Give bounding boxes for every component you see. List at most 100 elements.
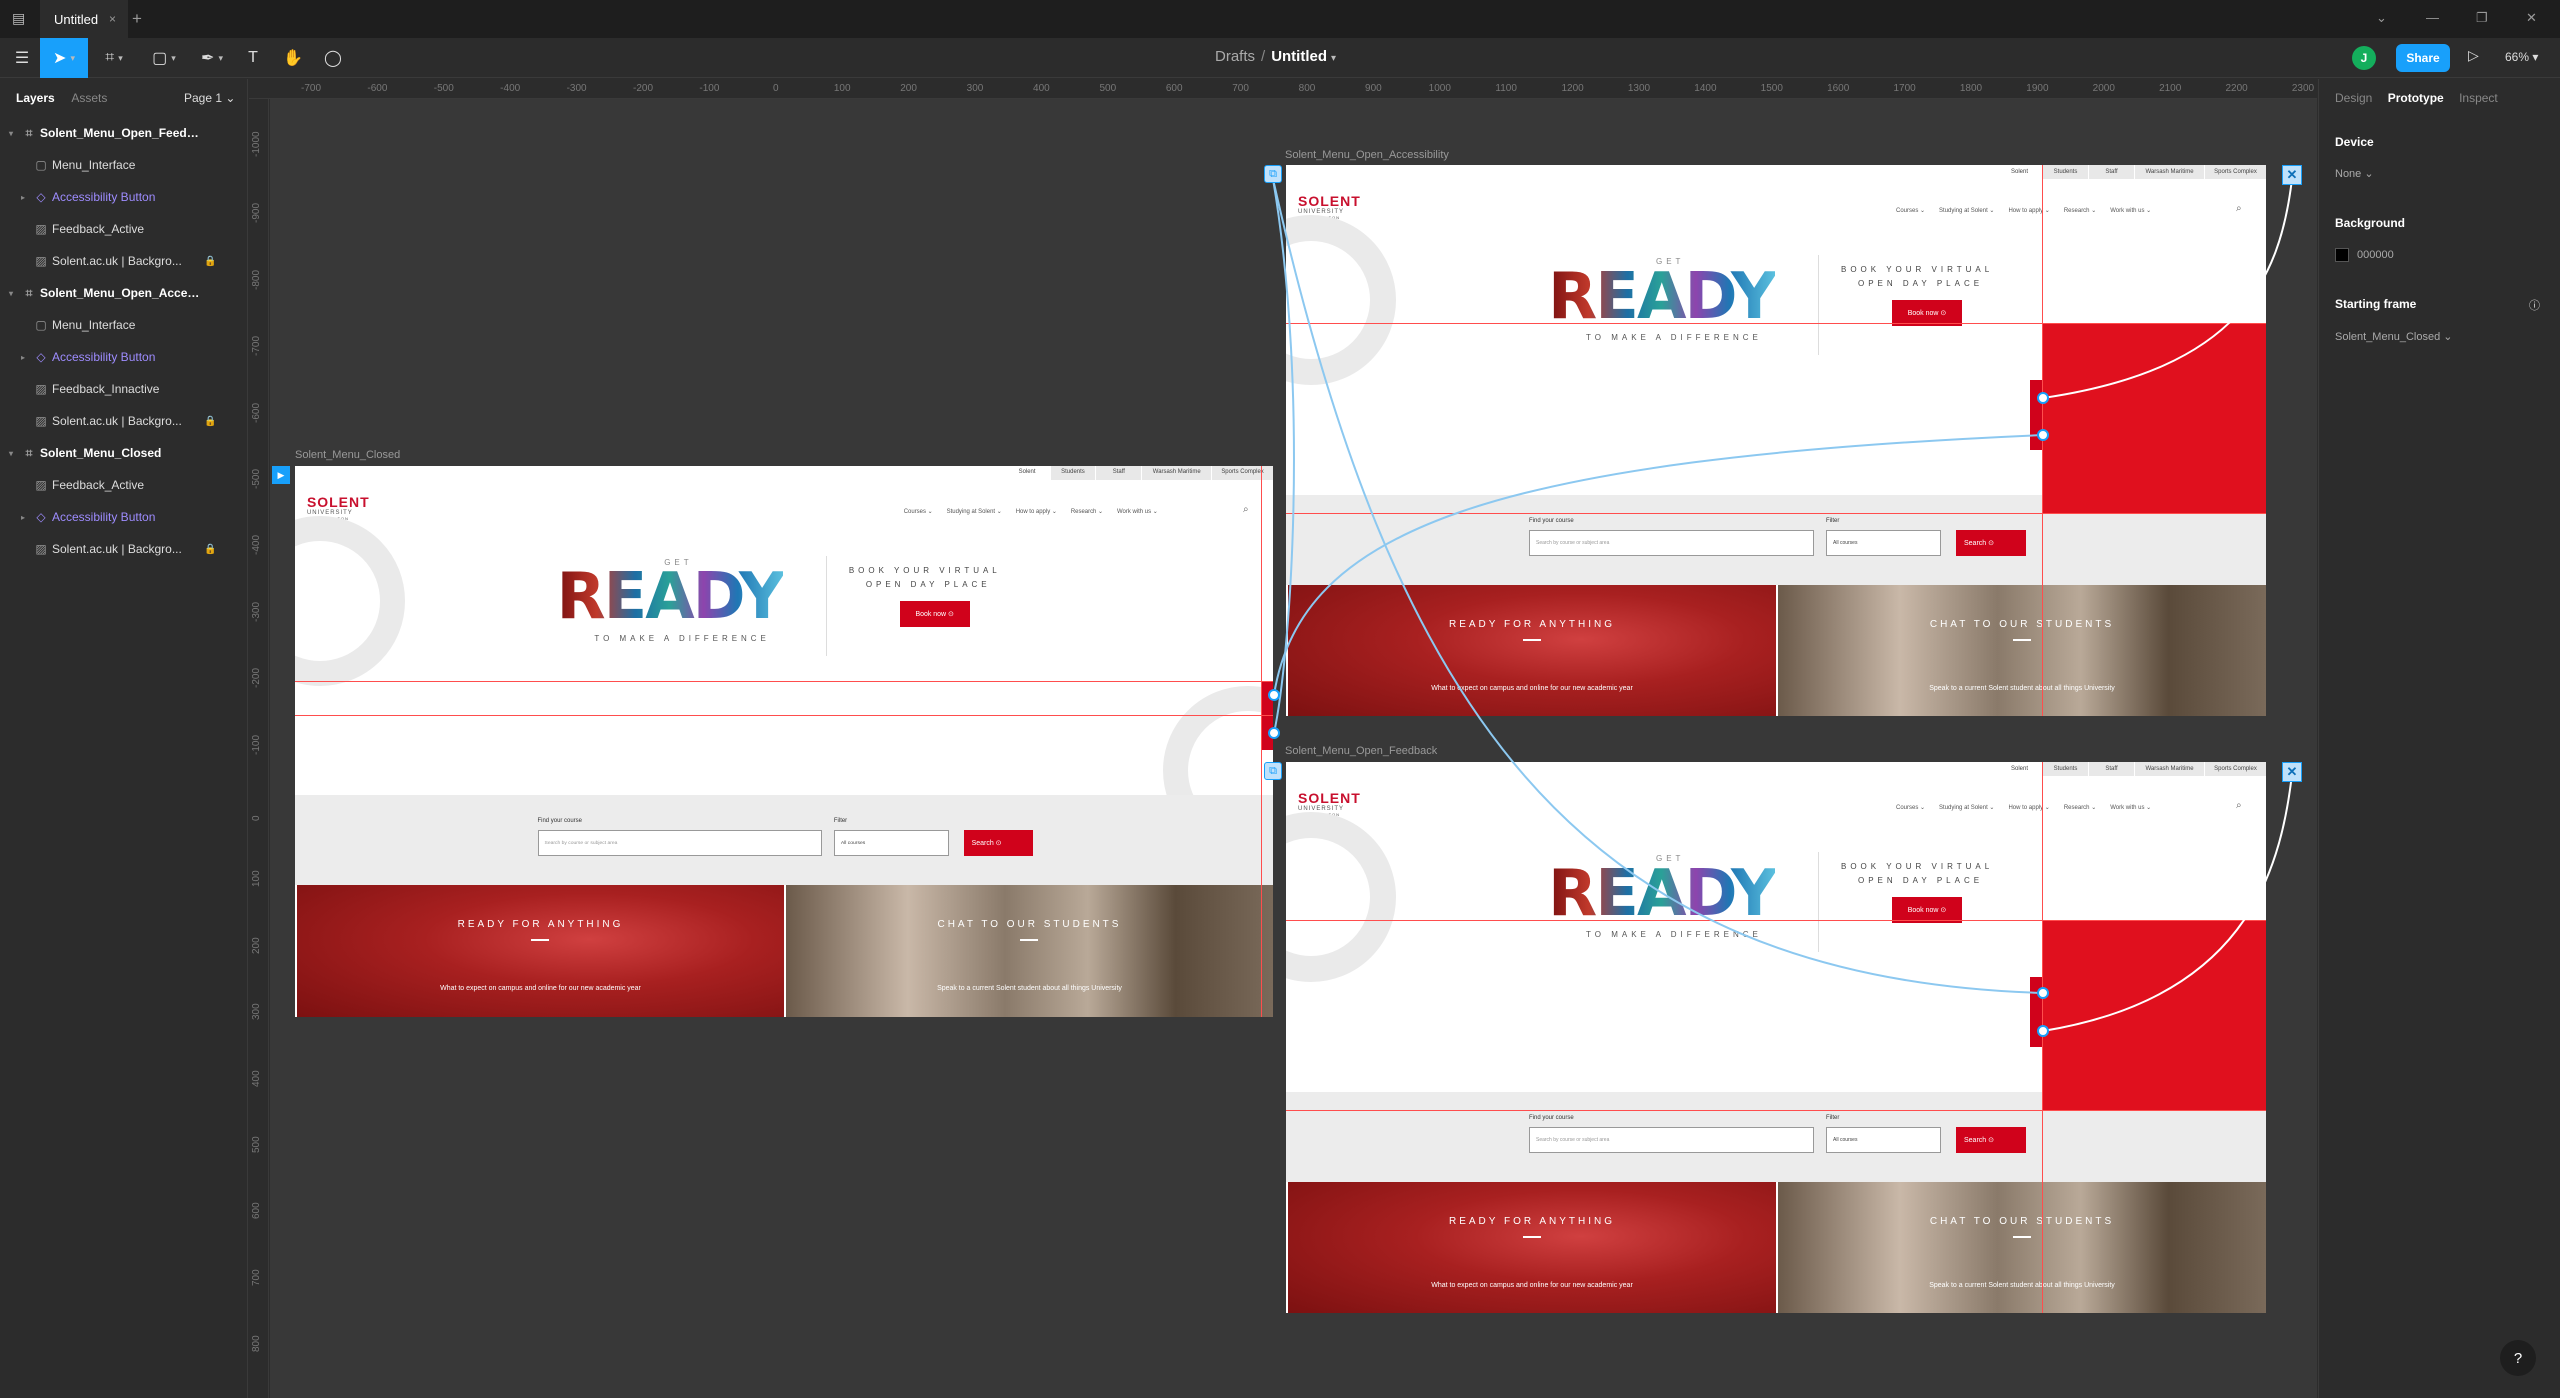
file-name[interactable]: Untitled [1271, 48, 1327, 65]
layer-row[interactable]: ▨ Feedback_Active [0, 469, 248, 501]
background-color-value[interactable]: 000000 [2357, 249, 2394, 261]
expand-arrow-icon[interactable]: ▸ [16, 353, 30, 362]
expand-arrow-icon[interactable]: ▸ [16, 513, 30, 522]
minimize-icon[interactable]: — [2426, 10, 2439, 25]
connection-line [2042, 773, 2293, 1032]
layer-row[interactable]: ▨ Solent.ac.uk | Backgro... 🔒 [0, 245, 248, 277]
overlay-link-icon[interactable]: ⧉ [1264, 165, 1282, 183]
ruler-tick-label: 1400 [1694, 83, 1717, 94]
connection-node[interactable] [1268, 727, 1280, 739]
ruler-tick-label: 600 [251, 1202, 262, 1220]
pen-tool[interactable]: ✒ ▾ [190, 38, 234, 78]
starting-frame-select[interactable]: Solent_Menu_Closed ⌄ [2335, 330, 2452, 343]
info-icon[interactable]: ⓘ [2529, 297, 2540, 313]
layer-row[interactable]: ▢ Menu_Interface [0, 309, 248, 341]
hand-tool[interactable]: ✋ [278, 38, 308, 78]
tab-assets[interactable]: Assets [71, 91, 107, 105]
layer-name: Solent.ac.uk | Backgro... [52, 254, 182, 268]
close-icon[interactable]: ✕ [2282, 762, 2302, 782]
layer-row[interactable]: ▾ ⌗ Solent_Menu_Closed [0, 437, 248, 469]
layer-row[interactable]: ▸ ◇ Accessibility Button [0, 341, 248, 373]
vertical-ruler: -1000 -900 -800 -700 -600 -500 -400 -300 -200 -10… [249, 99, 269, 1398]
help-button[interactable]: ? [2500, 1340, 2536, 1376]
background-color-swatch[interactable] [2335, 248, 2349, 262]
image-icon: ▨ [35, 414, 47, 428]
connection-node[interactable] [2037, 392, 2049, 404]
ruler-tick-label: -200 [251, 668, 262, 689]
close-tab-icon[interactable]: × [109, 12, 116, 26]
avatar[interactable]: J [2352, 46, 2376, 70]
tab-design[interactable]: Design [2335, 91, 2372, 105]
chevron-down-icon: ▾ [70, 52, 75, 63]
connection-node[interactable] [1268, 689, 1280, 701]
tab-layers[interactable]: Layers [16, 91, 55, 105]
move-tool[interactable]: ➤ ▾ [40, 38, 88, 78]
chevron-down-icon[interactable]: ▾ [1331, 53, 1336, 64]
ruler-tick-label: 2200 [2225, 83, 2248, 94]
ruler-tick-label: 800 [1298, 83, 1316, 94]
ruler-tick-label: 1700 [1893, 83, 1916, 94]
expand-arrow-icon[interactable]: ▾ [4, 289, 18, 298]
layer-row[interactable]: ▨ Feedback_Active [0, 213, 248, 245]
layers-panel: Layers Assets Page 1 ⌄ ▾ ⌗ Solent_Menu_Ope… [0, 79, 248, 1398]
expand-arrow-icon[interactable]: ▾ [4, 449, 18, 458]
connection-node[interactable] [2037, 987, 2049, 999]
layer-row[interactable]: ▨ Solent.ac.uk | Backgro... 🔒 [0, 533, 248, 565]
figma-logo-icon[interactable]: ▤ [12, 10, 28, 28]
expand-arrow-icon[interactable]: ▾ [4, 129, 18, 138]
ruler-tick-label: -200 [632, 83, 654, 94]
tab-prototype[interactable]: Prototype [2388, 91, 2444, 105]
ruler-tick-label: 1800 [1959, 83, 1983, 94]
share-button[interactable]: Share [2396, 44, 2450, 72]
connection-node[interactable] [2037, 1025, 2049, 1037]
overlay-link-icon[interactable]: ⧉ [1264, 762, 1282, 780]
chevron-down-icon[interactable]: ⌄ [2376, 10, 2387, 26]
main-menu-icon[interactable]: ☰ [8, 38, 36, 78]
lock-icon[interactable]: 🔒 [204, 544, 216, 555]
zoom-level[interactable]: 66% ▾ [2505, 50, 2538, 64]
component-instance-icon: ◇ [36, 510, 46, 524]
text-icon: T [248, 49, 258, 66]
present-play-icon[interactable]: ▷ [2468, 47, 2479, 64]
ruler-tick-label: 100 [833, 83, 851, 94]
close-icon[interactable]: ✕ [2282, 165, 2302, 185]
layer-row[interactable]: ▾ ⌗ Solent_Menu_Open_Accessibility [0, 277, 248, 309]
device-select[interactable]: None ⌄ [2335, 167, 2374, 180]
canvas[interactable]: Solent_Menu_Closed ▶ Solent Students Staff… [270, 99, 2317, 1398]
ruler-tick-label: 300 [251, 1003, 262, 1021]
ruler-tick-label: 500 [1099, 83, 1117, 94]
ruler-tick-label: -700 [251, 336, 262, 357]
layer-name: Solent.ac.uk | Backgro... [52, 542, 182, 556]
close-window-icon[interactable]: ✕ [2526, 10, 2537, 26]
ruler-tick-label: -500 [433, 83, 454, 94]
page-selector[interactable]: Page 1 ⌄ [184, 91, 235, 105]
layer-row[interactable]: ▢ Menu_Interface [0, 149, 248, 181]
tab-untitled[interactable]: Untitled × [40, 0, 128, 38]
frame-tool[interactable]: ⌗ ▾ [92, 38, 136, 78]
layer-row[interactable]: ▨ Feedback_Innactive [0, 373, 248, 405]
lock-icon[interactable]: 🔒 [204, 416, 216, 427]
connection-node[interactable] [2037, 429, 2049, 441]
text-tool[interactable]: T [238, 38, 268, 78]
horizontal-ruler: -700 -600 -500 -400 -300 -200 -100 0 100 200 300 40… [249, 79, 2317, 99]
layer-row[interactable]: ▨ Solent.ac.uk | Backgro... 🔒 [0, 405, 248, 437]
image-icon: ▨ [35, 478, 47, 492]
tab-title: Untitled [54, 11, 99, 27]
new-tab-icon[interactable]: + [132, 9, 142, 29]
breadcrumb-drafts[interactable]: Drafts [1215, 48, 1255, 65]
shape-tool[interactable]: ▢ ▾ [142, 38, 186, 78]
lock-icon[interactable]: 🔒 [204, 256, 216, 267]
comment-tool[interactable]: ◯ [318, 38, 348, 78]
restore-icon[interactable]: ❐ [2476, 10, 2488, 26]
layer-row[interactable]: ▾ ⌗ Solent_Menu_Open_Feedback [0, 117, 248, 149]
layer-name: Solent_Menu_Closed [40, 446, 162, 460]
layer-row[interactable]: ▸ ◇ Accessibility Button [0, 181, 248, 213]
ruler-tick-label: -100 [251, 734, 262, 755]
expand-arrow-icon[interactable]: ▸ [16, 193, 30, 202]
ruler-tick-label: 400 [251, 1069, 262, 1087]
rectangle-icon: ▢ [35, 158, 47, 172]
tab-inspect[interactable]: Inspect [2459, 91, 2498, 105]
hand-icon: ✋ [283, 50, 303, 67]
layer-row[interactable]: ▸ ◇ Accessibility Button [0, 501, 248, 533]
ruler-tick-label: -500 [251, 468, 262, 489]
